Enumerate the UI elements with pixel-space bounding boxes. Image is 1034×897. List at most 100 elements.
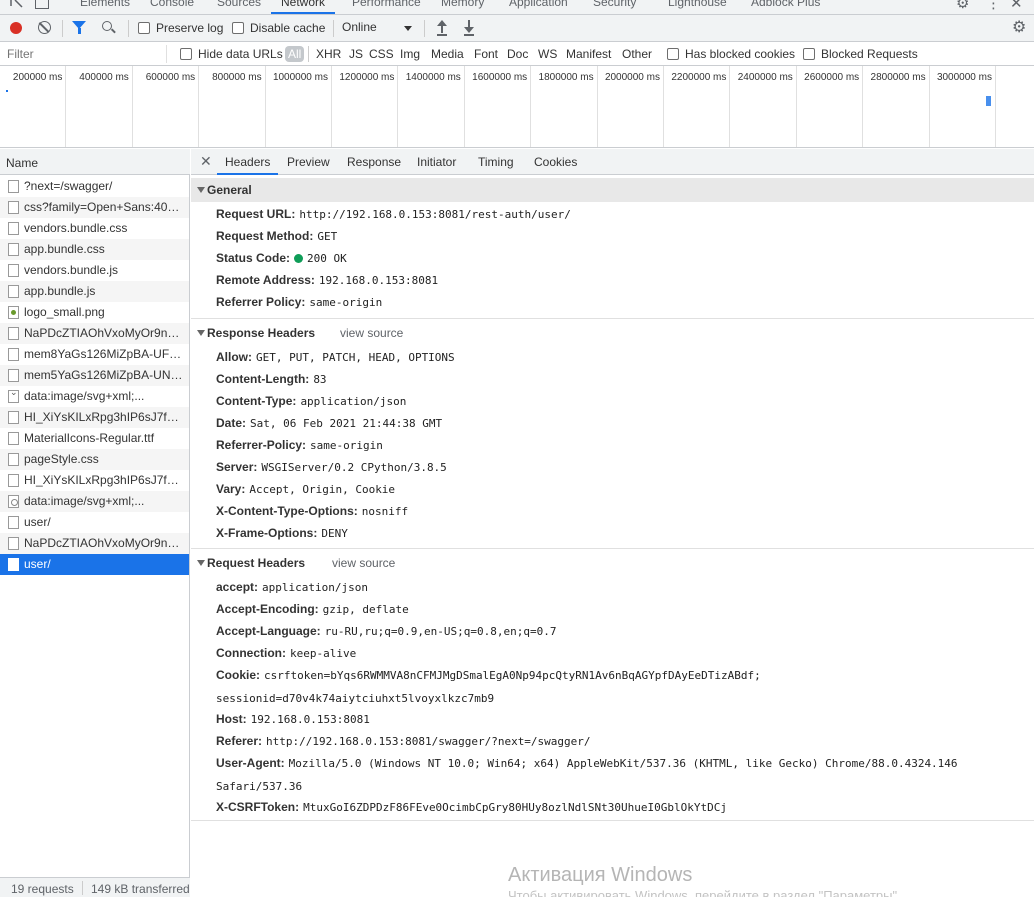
request-row[interactable]: HI_XiYsKILxRpg3hIP6sJ7fM7... bbox=[0, 470, 189, 491]
request-row[interactable]: css?family=Open+Sans:400,... bbox=[0, 197, 189, 218]
tab-network[interactable]: Network bbox=[271, 0, 336, 14]
blocked-requests-checkbox[interactable] bbox=[803, 48, 815, 60]
document-icon bbox=[8, 348, 19, 361]
response-header-row: Content-Length: 83 bbox=[216, 368, 1031, 391]
more-options-icon[interactable]: ⋮ bbox=[986, 0, 1001, 12]
response-header-row: X-Frame-Options: DENY bbox=[216, 522, 1031, 545]
request-row[interactable]: pageStyle.css bbox=[0, 449, 189, 470]
header-value: keep-alive bbox=[290, 647, 357, 660]
response-header-row: Date: Sat, 06 Feb 2021 21:44:38 GMT bbox=[216, 412, 1031, 435]
response-view-source-link[interactable]: view source bbox=[340, 326, 403, 340]
preserve-log-checkbox[interactable] bbox=[138, 22, 150, 34]
request-row[interactable]: data:image/svg+xml;... bbox=[0, 386, 189, 407]
timeline-tick-label: 1000000 ms bbox=[266, 66, 332, 147]
request-row[interactable]: mem5YaGs126MiZpBA-UN7... bbox=[0, 365, 189, 386]
request-name: logo_small.png bbox=[24, 305, 105, 319]
request-row[interactable]: data:image/svg+xml;... bbox=[0, 491, 189, 512]
tab-initiator[interactable]: Initiator bbox=[417, 155, 456, 169]
request-row[interactable]: user/ bbox=[0, 512, 189, 533]
request-row[interactable]: ?next=/swagger/ bbox=[0, 176, 189, 197]
type-filter-media[interactable]: Media bbox=[431, 46, 464, 62]
throttling-value: Online bbox=[342, 20, 377, 34]
request-header-row: Accept-Encoding: gzip, deflate bbox=[216, 598, 1031, 621]
filter-icon[interactable] bbox=[72, 21, 86, 34]
request-headers-section-header[interactable]: Request Headers view source bbox=[191, 551, 1034, 575]
name-column-header[interactable]: Name bbox=[0, 149, 190, 175]
inspect-element-icon[interactable] bbox=[10, 0, 24, 9]
type-filter-css[interactable]: CSS bbox=[369, 46, 394, 62]
network-settings-gear-icon[interactable]: ⚙ bbox=[1012, 17, 1026, 37]
request-name: user/ bbox=[24, 557, 51, 571]
type-filter-doc[interactable]: Doc bbox=[507, 46, 528, 62]
tab-console[interactable]: Console bbox=[150, 0, 194, 14]
tab-headers[interactable]: Headers bbox=[217, 155, 279, 175]
request-row[interactable]: HI_XiYsKILxRpg3hIP6sJ7fM7... bbox=[0, 407, 189, 428]
header-value: same-origin bbox=[309, 296, 383, 309]
export-har-icon[interactable] bbox=[463, 20, 475, 36]
document-icon bbox=[8, 474, 19, 487]
request-row[interactable]: logo_small.png bbox=[0, 302, 189, 323]
section-divider bbox=[191, 318, 1034, 319]
response-headers-section-header[interactable]: Response Headers view source bbox=[191, 321, 1034, 345]
tab-application[interactable]: Application bbox=[509, 0, 568, 14]
request-row[interactable]: NaPDcZTIAOhVxoMyOr9n_E... bbox=[0, 533, 189, 554]
timeline-tick-label: 1800000 ms bbox=[531, 66, 598, 147]
close-devtools-icon[interactable]: ✕ bbox=[1010, 0, 1023, 12]
record-icon[interactable] bbox=[10, 22, 22, 34]
device-toolbar-icon[interactable] bbox=[35, 0, 49, 9]
general-section-header[interactable]: General bbox=[191, 178, 1034, 202]
type-filter-other[interactable]: Other bbox=[622, 46, 652, 62]
request-row[interactable]: user/ bbox=[0, 554, 189, 575]
tab-security[interactable]: Security bbox=[593, 0, 636, 14]
timeline-request-bar bbox=[986, 96, 991, 106]
import-har-icon[interactable] bbox=[436, 20, 448, 36]
type-filter-js[interactable]: JS bbox=[349, 46, 363, 62]
type-filter-img[interactable]: Img bbox=[400, 46, 420, 62]
type-filter-manifest[interactable]: Manifest bbox=[566, 46, 611, 62]
request-row[interactable]: app.bundle.js bbox=[0, 281, 189, 302]
request-row[interactable]: NaPDcZTIAOhVxoMyOr9n_E... bbox=[0, 323, 189, 344]
filter-input[interactable] bbox=[3, 45, 167, 63]
tab-performance[interactable]: Performance bbox=[352, 0, 421, 14]
request-view-source-link[interactable]: view source bbox=[332, 556, 395, 570]
general-header-row: Request URL: http://192.168.0.153:8081/re… bbox=[216, 203, 1031, 226]
timeline-tick-label: 200000 ms bbox=[0, 66, 67, 147]
tab-lighthouse[interactable]: Lighthouse bbox=[668, 0, 727, 14]
header-value: nosniff bbox=[361, 505, 409, 518]
type-filter-font[interactable]: Font bbox=[474, 46, 498, 62]
has-blocked-cookies-checkbox[interactable] bbox=[667, 48, 679, 60]
tab-adblock-plus[interactable]: Adblock Plus bbox=[751, 0, 820, 14]
request-row[interactable]: vendors.bundle.css bbox=[0, 218, 189, 239]
tab-preview[interactable]: Preview bbox=[287, 155, 330, 169]
tab-timing[interactable]: Timing bbox=[478, 155, 514, 169]
has-blocked-cookies-label: Has blocked cookies bbox=[685, 47, 796, 61]
request-row[interactable]: app.bundle.css bbox=[0, 239, 189, 260]
header-key: Referrer Policy: bbox=[216, 295, 306, 309]
type-filter-ws[interactable]: WS bbox=[538, 46, 557, 62]
tab-cookies[interactable]: Cookies bbox=[534, 155, 577, 169]
settings-gear-icon[interactable]: ⚙ bbox=[956, 0, 969, 12]
type-filter-xhr[interactable]: XHR bbox=[316, 46, 341, 62]
tab-response[interactable]: Response bbox=[347, 155, 401, 169]
header-key: Remote Address: bbox=[216, 273, 315, 287]
expand-triangle-icon bbox=[197, 560, 205, 566]
tab-memory[interactable]: Memory bbox=[441, 0, 484, 14]
document-icon bbox=[8, 516, 19, 529]
hide-data-urls-checkbox[interactable] bbox=[180, 48, 192, 60]
search-icon[interactable] bbox=[102, 21, 112, 31]
tab-sources[interactable]: Sources bbox=[217, 0, 261, 14]
request-name: NaPDcZTIAOhVxoMyOr9n_E... bbox=[24, 326, 186, 340]
timeline-overview[interactable]: 200000 ms 400000 ms 600000 ms 800000 ms 1000… bbox=[0, 66, 1034, 148]
document-icon bbox=[8, 264, 19, 277]
tab-elements[interactable]: Elements bbox=[80, 0, 130, 14]
request-name: vendors.bundle.js bbox=[24, 263, 119, 277]
request-row[interactable]: vendors.bundle.js bbox=[0, 260, 189, 281]
close-icon[interactable]: ✕ bbox=[200, 153, 212, 170]
clear-icon[interactable] bbox=[38, 21, 51, 34]
type-filter-all[interactable]: All bbox=[285, 46, 305, 62]
request-row[interactable]: MaterialIcons-Regular.ttf bbox=[0, 428, 189, 449]
throttling-select[interactable]: Online bbox=[342, 20, 416, 37]
request-header-row: Accept-Language: ru-RU,ru;q=0.9,en-US;q=0… bbox=[216, 620, 1031, 643]
disable-cache-checkbox[interactable] bbox=[232, 22, 244, 34]
request-row[interactable]: mem8YaGs126MiZpBA-UFV... bbox=[0, 344, 189, 365]
